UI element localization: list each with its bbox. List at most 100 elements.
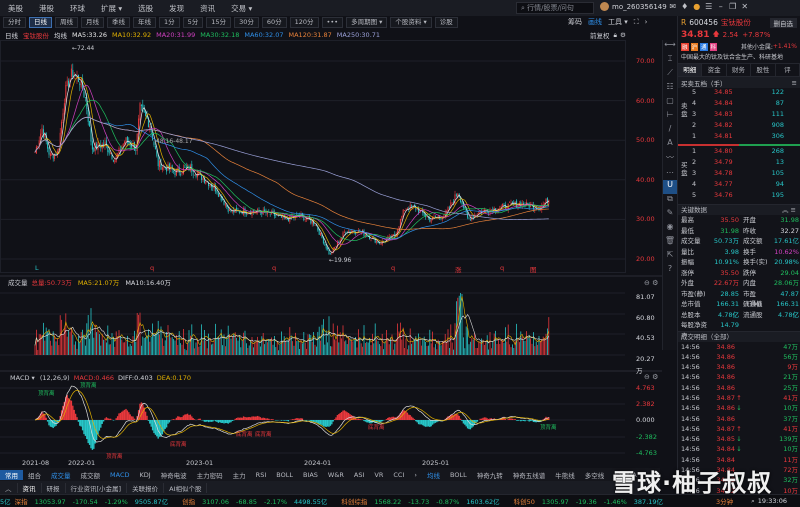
chips-button[interactable]: 筹码 (568, 17, 582, 27)
signal-marker-icon[interactable]: L (35, 264, 39, 272)
orderbook-row[interactable]: 3 34.78 105 (692, 169, 800, 180)
nav-item[interactable]: 港股 (31, 3, 62, 14)
signal-marker-icon[interactable]: q (150, 264, 154, 272)
username[interactable]: mo_260356149 (612, 3, 667, 11)
indicator-tab[interactable]: MACD (105, 471, 134, 479)
period-tab[interactable]: 60分 (261, 17, 287, 28)
indicator-tab[interactable]: W&R (323, 471, 349, 479)
period-tab[interactable]: 5分 (182, 17, 204, 28)
macd-settings-icon[interactable]: ⊖ ⚙ (644, 373, 658, 381)
badge[interactable]: 科 (709, 42, 718, 51)
indicator-tab[interactable]: CCI (388, 471, 409, 479)
news-tab[interactable]: 行业资讯[小金属] (66, 482, 128, 493)
overlay-tab[interactable]: 神奇九转 (472, 470, 508, 480)
orderbook-row[interactable]: 5 34.85 122 (692, 88, 800, 99)
eye-icon[interactable]: ◉ (663, 222, 677, 236)
refresh-interval[interactable]: 3分钟 (716, 496, 733, 506)
ma-label[interactable]: 均线 (54, 30, 67, 40)
period-tab[interactable]: 多周期图 ▾ (346, 17, 388, 28)
orderbook-row[interactable]: 1 34.80 268 (692, 147, 800, 158)
line-icon[interactable]: / (663, 124, 677, 138)
overlay-tab[interactable]: BOLL (445, 471, 472, 479)
indicator-tab[interactable]: 主力密码 (192, 470, 228, 480)
overlay-tab[interactable]: 均线 (422, 470, 445, 480)
period-tab[interactable]: 月线 (81, 17, 104, 28)
nav-item[interactable]: 选股 (130, 3, 161, 14)
indicator-tab[interactable]: ASI (349, 471, 370, 479)
shirt-icon[interactable]: ♦ (679, 2, 691, 11)
indicator-tab[interactable]: RSI (251, 471, 272, 479)
period-tab[interactable]: 个股资料 ▾ (390, 17, 432, 28)
orderbook-row[interactable]: 5 34.76 195 (692, 191, 800, 202)
nav-item[interactable]: 发现 (161, 3, 192, 14)
index-quote[interactable]: 科创50 1305.97 -19.36 -1.46% 387.19亿 (514, 496, 667, 506)
period-tab[interactable]: 季线 (107, 17, 130, 28)
message-icon[interactable]: ✉ (667, 2, 679, 11)
indicator-tab[interactable]: 成交量 (46, 470, 76, 480)
period-tab[interactable]: 1分 (159, 17, 180, 28)
collapse-icon[interactable]: ︿ (0, 482, 18, 493)
collapse-icon[interactable]: ︽ ≡ (782, 205, 796, 216)
badge[interactable]: 通 (700, 42, 708, 51)
badge[interactable]: 沪 (690, 42, 699, 51)
indicator-tab[interactable]: BOLL (271, 471, 298, 479)
orderbook-row[interactable]: 2 34.79 13 (692, 158, 800, 169)
index-quote[interactable]: 深指 13053.97 -170.54 -1.29% 9505.87亿 (15, 496, 173, 506)
orderbook-row[interactable]: 3 34.83 111 (692, 110, 800, 121)
menu-icon[interactable]: ≡ (792, 79, 797, 87)
period-tab[interactable]: 诊股 (434, 17, 458, 28)
fullscreen-icon[interactable]: ⛶ (634, 18, 639, 27)
news-tab[interactable]: 资讯 (18, 482, 42, 493)
help-icon[interactable]: ? (663, 264, 677, 278)
text-icon[interactable]: A (663, 138, 677, 152)
quote-tab[interactable]: 评 (776, 64, 800, 76)
period-tab[interactable]: ••• (321, 17, 344, 28)
overlay-tab[interactable]: 神奇五线谱 (508, 470, 551, 480)
orderbook-row[interactable]: 4 34.84 87 (692, 99, 800, 110)
measure-icon[interactable]: ⊢ (663, 110, 677, 124)
rectangle-icon[interactable]: ▢ (663, 96, 677, 110)
signal-marker-icon[interactable]: q (272, 264, 276, 272)
signal-marker-icon[interactable]: 图 (530, 264, 537, 274)
avatar[interactable] (600, 2, 609, 11)
collapse-icon[interactable]: › (645, 18, 648, 26)
overlay-tab[interactable]: EXPMA (609, 471, 642, 479)
index-quote[interactable]: 创指 3107.06 -68.85 -2.17% 4498.55亿 (182, 496, 331, 506)
search-icon[interactable]: ⌕ (751, 497, 755, 506)
bell-icon[interactable]: ● (691, 2, 703, 11)
indicator-tab[interactable]: 成交额 (76, 470, 106, 480)
quote-tab[interactable]: 财务 (727, 64, 752, 76)
close-icon[interactable]: ✕ (739, 2, 751, 11)
index-quote[interactable]: 科创综指 1568.22 -13.73 -0.87% 1603.62亿 (341, 496, 503, 506)
tools-button[interactable]: 工具 ▾ (608, 17, 628, 27)
vertical-line-icon[interactable]: ⌶ (663, 54, 677, 68)
signal-marker-icon[interactable]: q (391, 264, 395, 272)
indicator-tab[interactable]: 神奇电波 (156, 470, 192, 480)
horizontal-ray-icon[interactable]: ⟷ (663, 40, 677, 54)
period-tab[interactable]: 15分 (206, 17, 232, 28)
quote-tab[interactable]: 明细 (678, 64, 703, 76)
restore-icon[interactable]: ❐ (727, 2, 739, 11)
period-tab[interactable]: 120分 (289, 17, 319, 28)
stock-chart[interactable] (0, 40, 662, 468)
indicator-tab[interactable]: 主力 (228, 470, 251, 480)
copy-icon[interactable]: ⧉ (663, 194, 677, 208)
fibonacci-icon[interactable]: ☷ (663, 82, 677, 96)
nav-item[interactable]: 资讯 (192, 3, 223, 14)
search-input[interactable]: ⌕ 行情/股票/问句 (516, 2, 594, 14)
indicator-tab[interactable]: BIAS (298, 471, 323, 479)
indicator-group-tab[interactable]: 组合 (23, 470, 46, 480)
scroll-right-icon[interactable]: › (409, 471, 422, 479)
period-tab[interactable]: 日线 (29, 17, 52, 28)
period-tab[interactable]: 分时 (3, 17, 26, 28)
export-icon[interactable]: ⇱ (663, 250, 677, 264)
wave-icon[interactable]: 〰 (663, 152, 677, 166)
orderbook-row[interactable]: 2 34.82 908 (692, 121, 800, 132)
magnet-icon[interactable]: U (663, 180, 677, 194)
indicator-tab[interactable]: KDJ (134, 471, 155, 479)
quote-tab[interactable]: 股性 (751, 64, 776, 76)
more-icon[interactable]: … (663, 166, 677, 180)
orderbook-row[interactable]: 1 34.81 306 (692, 132, 800, 143)
delete-watchlist-button[interactable]: 删自选 (769, 17, 797, 28)
signal-marker-icon[interactable]: 涨 (455, 264, 462, 274)
